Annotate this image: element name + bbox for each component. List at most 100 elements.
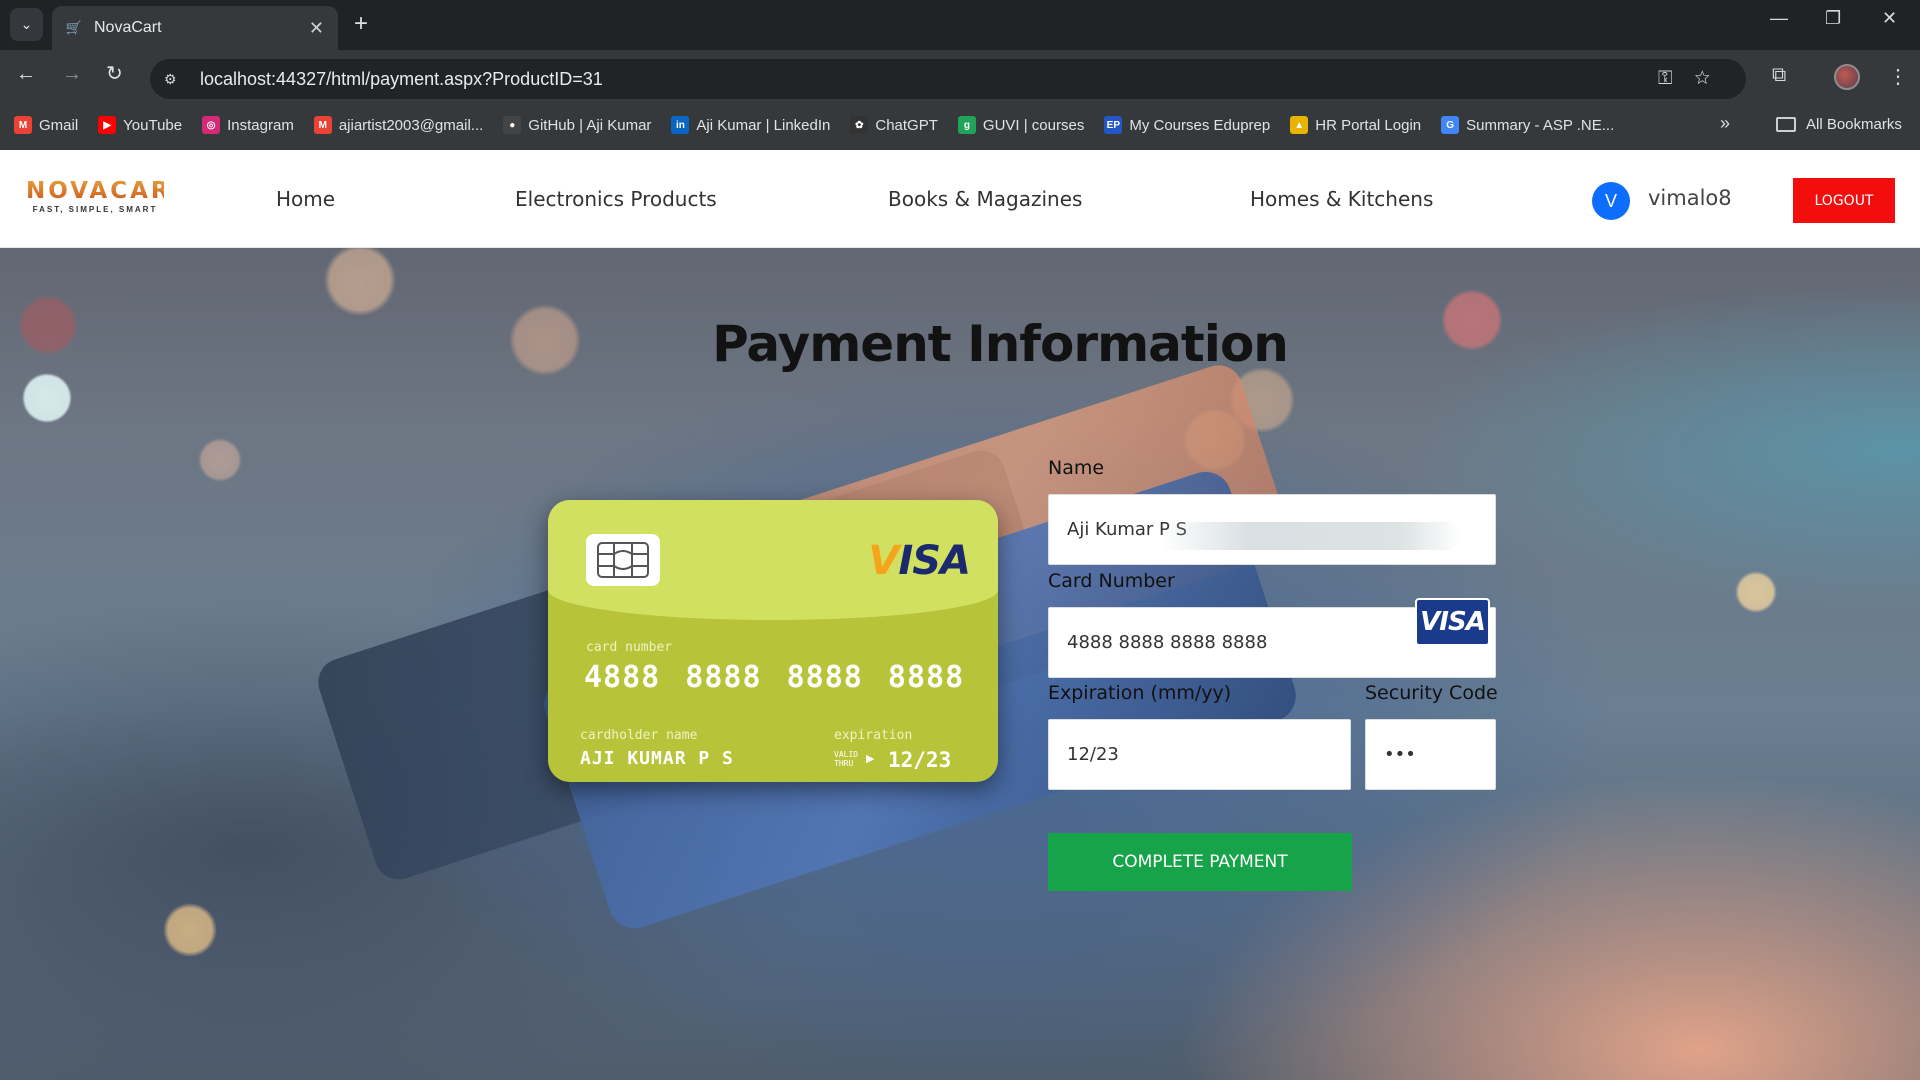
page-title-text: Payment Information xyxy=(712,315,1289,373)
new-tab-button[interactable]: + xyxy=(354,10,368,38)
bookmark-item[interactable]: ▶ YouTube xyxy=(98,116,182,134)
browser-toolbar: ← → ↻ ⚙ localhost:44327/html/payment.asp… xyxy=(0,50,1920,100)
github-icon: ● xyxy=(503,116,522,134)
hr-portal-icon: ▲ xyxy=(1290,116,1309,134)
bookmark-star-icon[interactable]: ☆ xyxy=(1694,68,1732,89)
expiration-input-value: 12/23 xyxy=(1067,744,1119,765)
eduprep-icon: EP xyxy=(1104,116,1123,134)
minimize-icon[interactable]: — xyxy=(1770,8,1788,29)
autofill-blur xyxy=(1160,522,1460,550)
logo-tagline: FAST, SIMPLE, SMART xyxy=(32,205,158,214)
visa-badge-icon: VISA xyxy=(1415,598,1490,646)
visa-logo: VISA xyxy=(868,538,971,584)
nav-books[interactable]: Books & Magazines xyxy=(888,187,1082,211)
bookmark-item[interactable]: ✿ ChatGPT xyxy=(850,116,938,134)
chevron-down-icon: ⌄ xyxy=(20,16,33,32)
bookmark-label: ChatGPT xyxy=(875,116,938,134)
bookmark-label: GitHub | Aji Kumar xyxy=(528,116,652,134)
card-number-display: 4888 8888 8888 8888 xyxy=(584,660,965,695)
bookmark-label: Instagram xyxy=(227,116,294,134)
bookmark-label: YouTube xyxy=(123,116,183,134)
bookmark-item[interactable]: EP My Courses Eduprep xyxy=(1104,116,1270,134)
password-key-icon[interactable]: ⚿ xyxy=(1658,68,1694,89)
expiration-display: 12/23 xyxy=(888,748,952,772)
security-code-value: ••• xyxy=(1384,744,1416,765)
profile-avatar[interactable] xyxy=(1834,64,1860,90)
user-avatar[interactable]: V xyxy=(1592,182,1630,220)
bookmark-label: ajiartist2003@gmail... xyxy=(338,116,484,134)
bookmark-label: HR Portal Login xyxy=(1315,116,1422,134)
bookmark-label: Aji Kumar | LinkedIn xyxy=(696,116,831,134)
bookmarks-bar: M Gmail ▶ YouTube ◎ Instagram Majiartist2003@g… xyxy=(0,100,1920,150)
logout-button[interactable]: LOGOUT xyxy=(1793,178,1895,223)
nav-electronics[interactable]: Electronics Products xyxy=(515,187,717,211)
address-bar-actions: ⚿☆ xyxy=(1658,68,1732,90)
all-bookmarks-button[interactable]: All Bookmarks xyxy=(1776,116,1902,133)
linkedin-icon: in xyxy=(671,116,690,134)
bookmark-item[interactable]: in Aji Kumar | LinkedIn xyxy=(671,116,830,134)
cardholder-name-display: AJI KUMAR P S xyxy=(580,748,734,769)
youtube-icon: ▶ xyxy=(98,116,117,134)
site-settings-icon[interactable]: ⚙ xyxy=(164,71,186,88)
more-bookmarks-icon[interactable]: » xyxy=(1720,113,1730,134)
nav-home[interactable]: Home xyxy=(276,187,335,211)
tab-title: NovaCart xyxy=(94,19,162,36)
expiration-label: expiration xyxy=(834,728,913,743)
chip-icon xyxy=(586,534,660,586)
bookmark-item[interactable]: g GUVI | courses xyxy=(957,116,1085,134)
chatgpt-icon: ✿ xyxy=(850,116,869,134)
address-bar[interactable]: ⚙ localhost:44327/html/payment.aspx?Prod… xyxy=(150,59,1746,99)
bookmark-label: Summary - ASP .NE... xyxy=(1466,116,1615,134)
instagram-icon: ◎ xyxy=(202,116,221,134)
url-text[interactable]: localhost:44327/html/payment.aspx?Produc… xyxy=(200,69,603,90)
security-code-input[interactable]: ••• xyxy=(1365,719,1496,790)
restore-icon[interactable]: ❐ xyxy=(1825,8,1841,29)
reload-icon[interactable]: ↻ xyxy=(106,62,123,86)
complete-payment-button[interactable]: COMPLETE PAYMENT xyxy=(1048,833,1352,891)
security-code-label: Security Code xyxy=(1365,682,1498,704)
novacart-logo[interactable]: NOVACART FAST, SIMPLE, SMART xyxy=(26,178,190,214)
gmail-icon: M xyxy=(14,116,32,134)
username[interactable]: vimalo8 xyxy=(1648,186,1732,210)
folder-icon xyxy=(1776,117,1796,132)
bookmark-item[interactable]: ● GitHub | Aji Kumar xyxy=(503,116,651,134)
extensions-icon[interactable]: ⧉ xyxy=(1772,64,1786,87)
expiration-input[interactable]: 12/23 xyxy=(1048,719,1351,790)
play-arrow-icon: ▶ xyxy=(866,753,875,765)
expiration-field-label: Expiration (mm/yy) xyxy=(1048,682,1232,704)
back-icon[interactable]: ← xyxy=(16,62,36,86)
credit-card-preview: VISA card number 4888 8888 8888 8888 car… xyxy=(548,500,998,782)
card-number-input-value: 4888 8888 8888 8888 xyxy=(1067,632,1268,653)
valid-thru-label: VALID THRU xyxy=(834,750,859,768)
nav-homes-kitchens[interactable]: Homes & Kitchens xyxy=(1250,187,1433,211)
bookmark-label: My Courses Eduprep xyxy=(1129,116,1271,134)
tab-search-button[interactable]: ⌄ xyxy=(10,8,43,41)
page-title: Payment Information xyxy=(0,315,1920,373)
menu-icon[interactable]: ⋮ xyxy=(1888,64,1908,89)
logo-name: NOVACART xyxy=(26,178,190,204)
cardholder-label: cardholder name xyxy=(580,728,698,743)
browser-tab[interactable]: 🛒 NovaCart ✕ xyxy=(52,6,338,50)
bookmark-item[interactable]: M Gmail xyxy=(14,116,78,134)
bookmark-item[interactable]: Majiartist2003@gmail... xyxy=(313,116,484,134)
all-bookmarks-label: All Bookmarks xyxy=(1806,116,1902,133)
name-label: Name xyxy=(1048,457,1105,479)
close-tab-icon[interactable]: ✕ xyxy=(309,18,324,39)
payment-page: NOVACART FAST, SIMPLE, SMART Home Electr… xyxy=(0,150,1920,1080)
cart-icon: 🛒 xyxy=(65,20,83,35)
gmail-icon: M xyxy=(313,116,332,134)
bookmark-label: GUVI | courses xyxy=(982,116,1085,134)
guvi-icon: g xyxy=(957,116,976,134)
chip-graphic xyxy=(597,542,649,578)
site-navbar: NOVACART FAST, SIMPLE, SMART Home Electr… xyxy=(0,150,1920,248)
card-number-label: card number xyxy=(586,640,673,655)
google-icon: G xyxy=(1441,116,1460,134)
bookmark-item[interactable]: ▲ HR Portal Login xyxy=(1290,116,1421,134)
bookmark-item[interactable]: ◎ Instagram xyxy=(202,116,294,134)
close-window-icon[interactable]: ✕ xyxy=(1882,8,1897,29)
forward-icon[interactable]: → xyxy=(62,62,82,86)
browser-tab-strip: ⌄ 🛒 NovaCart ✕ + — ❐ ✕ xyxy=(0,0,1920,50)
bookmark-item[interactable]: G Summary - ASP .NE... xyxy=(1441,116,1614,134)
bookmark-label: Gmail xyxy=(39,116,79,134)
card-number-field-label: Card Number xyxy=(1048,570,1175,592)
